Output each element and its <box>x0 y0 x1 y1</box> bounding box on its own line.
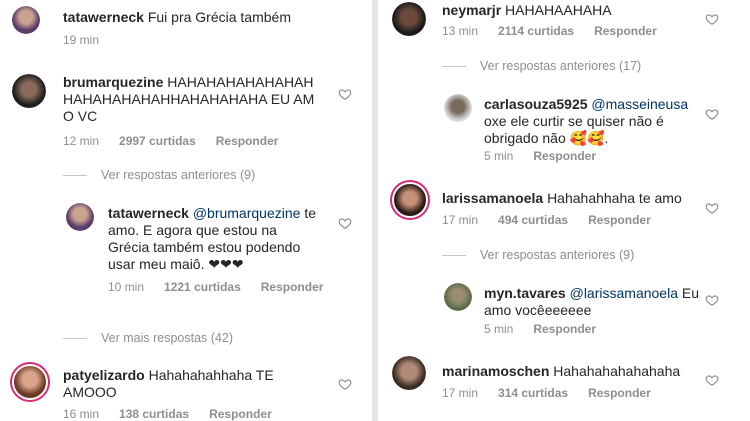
heart-outline-icon[interactable] <box>338 87 352 101</box>
comment-body: oxe ele curtir se quiser não é obrigado … <box>484 113 664 146</box>
reply-button[interactable]: Responder <box>533 322 596 336</box>
divider-line <box>442 254 466 256</box>
avatar[interactable] <box>12 74 46 108</box>
comment-body: Fui pra Grécia também <box>147 9 291 25</box>
heart-outline-icon[interactable] <box>338 216 352 230</box>
right-comments-panel: neymarjr HAHAHAAHAHA 13 min 2114 curtida… <box>378 0 750 421</box>
reply-button[interactable]: Responder <box>533 149 596 163</box>
avatar[interactable] <box>66 203 94 231</box>
comment-meta: 12 min 2997 curtidas Responder <box>63 134 278 148</box>
comment-meta: 5 min Responder <box>484 149 596 163</box>
comment-meta: 17 min 494 curtidas Responder <box>442 213 651 227</box>
comment-username[interactable]: brumarquezine <box>63 74 163 90</box>
avatar[interactable] <box>444 283 472 311</box>
heart-outline-icon[interactable] <box>705 293 719 307</box>
comment-time: 5 min <box>484 149 514 163</box>
comment-time: 17 min <box>442 386 479 400</box>
view-previous-replies[interactable]: Ver respostas anteriores (9) <box>442 248 634 262</box>
view-previous-replies-label: Ver respostas anteriores (9) <box>480 248 635 262</box>
divider-line <box>63 337 87 339</box>
divider-line <box>442 65 466 67</box>
comment-text: marinamoschen Hahahahahahahaha <box>442 363 702 380</box>
likes-count[interactable]: 1221 curtidas <box>164 280 241 295</box>
view-previous-replies[interactable]: Ver respostas anteriores (9) <box>63 168 255 182</box>
reply-button[interactable]: Responder <box>594 24 657 38</box>
heart-outline-icon[interactable] <box>705 373 719 387</box>
likes-count[interactable]: 494 curtidas <box>498 213 568 227</box>
comment-meta: 17 min 314 curtidas Responder <box>442 386 651 400</box>
comment-meta: 13 min 2114 curtidas Responder <box>442 24 657 38</box>
avatar[interactable] <box>12 6 40 34</box>
comment-mention[interactable]: @brumarquezine <box>193 205 301 221</box>
comment-username[interactable]: marinamoschen <box>442 363 549 379</box>
reply-button[interactable]: Responder <box>588 386 651 400</box>
likes-count[interactable]: 2114 curtidas <box>498 24 574 38</box>
comment-meta: 5 min Responder <box>484 322 596 336</box>
view-more-replies[interactable]: Ver mais respostas (42) <box>63 331 233 345</box>
comment-time: 19 min <box>63 33 100 47</box>
comment-mention[interactable]: @larissamanoela <box>570 285 678 301</box>
comment-time: 5 min <box>484 322 514 336</box>
comment-username[interactable]: patyelizardo <box>63 367 145 383</box>
comment-text: myn.tavares @larissamanoela Eu amo vocêe… <box>484 285 699 319</box>
reply-button[interactable]: Responder <box>261 280 324 295</box>
comment-time: 17 min <box>442 213 479 227</box>
divider-line <box>63 174 87 176</box>
comment-text: neymarjr HAHAHAAHAHA <box>442 2 712 19</box>
comment-meta: 16 min 138 curtidas Responder <box>63 407 272 421</box>
likes-count[interactable]: 138 curtidas <box>119 407 189 421</box>
comment-meta: 10 min 1221 curtidas Responder <box>108 280 324 295</box>
comment-text: carlasouza5925 @masseineusa oxe ele curt… <box>484 96 694 147</box>
view-previous-replies-label: Ver respostas anteriores (9) <box>101 168 256 182</box>
view-previous-replies[interactable]: Ver respostas anteriores (17) <box>442 59 641 73</box>
comment-time: 13 min <box>442 24 479 38</box>
comment-username[interactable]: larissamanoela <box>442 190 543 206</box>
heart-outline-icon[interactable] <box>705 107 719 121</box>
comment-time: 12 min <box>63 134 100 148</box>
view-more-replies-label: Ver mais respostas (42) <box>101 331 233 345</box>
avatar-story-ring[interactable] <box>390 180 430 220</box>
comment-meta: 19 min <box>63 33 99 47</box>
comment-body: HAHAHAAHAHA <box>505 2 612 18</box>
avatar[interactable] <box>392 2 426 36</box>
view-previous-replies-label: Ver respostas anteriores (17) <box>480 59 642 73</box>
reply-button[interactable]: Responder <box>209 407 272 421</box>
comment-username[interactable]: tatawerneck <box>108 205 189 221</box>
likes-count[interactable]: 2997 curtidas <box>119 134 196 148</box>
avatar-story-ring[interactable] <box>10 362 50 402</box>
heart-outline-icon[interactable] <box>705 201 719 215</box>
comment-body: Hahahahahahahaha <box>553 363 681 379</box>
left-comments-panel: tatawerneck Fui pra Grécia também 19 min… <box>0 0 372 421</box>
heart-outline-icon[interactable] <box>338 377 352 391</box>
comment-body: Hahahahhaha te amo <box>547 190 682 206</box>
comment-username[interactable]: neymarjr <box>442 2 501 18</box>
avatar[interactable] <box>392 356 426 390</box>
comment-time: 16 min <box>63 407 100 421</box>
comment-text: larissamanoela Hahahahhaha te amo <box>442 190 702 207</box>
likes-count[interactable]: 314 curtidas <box>498 386 568 400</box>
avatar[interactable] <box>444 94 472 122</box>
comment-text: tatawerneck @brumarquezine te amo. E ago… <box>108 205 318 273</box>
comment-time: 10 min <box>108 280 145 294</box>
comment-username[interactable]: myn.tavares <box>484 285 566 301</box>
comment-text: patyelizardo Hahahahahhaha TE AMOOO <box>63 367 303 401</box>
comment-text: tatawerneck Fui pra Grécia também <box>63 9 353 26</box>
reply-button[interactable]: Responder <box>588 213 651 227</box>
comment-username[interactable]: carlasouza5925 <box>484 96 588 112</box>
comment-text: brumarquezine HAHAHAHAHAHAHAH HAHAHAHAHA… <box>63 74 323 125</box>
comment-username[interactable]: tatawerneck <box>63 9 144 25</box>
reply-button[interactable]: Responder <box>216 134 279 148</box>
heart-outline-icon[interactable] <box>705 12 719 26</box>
comment-mention[interactable]: @masseineusa <box>591 96 688 112</box>
